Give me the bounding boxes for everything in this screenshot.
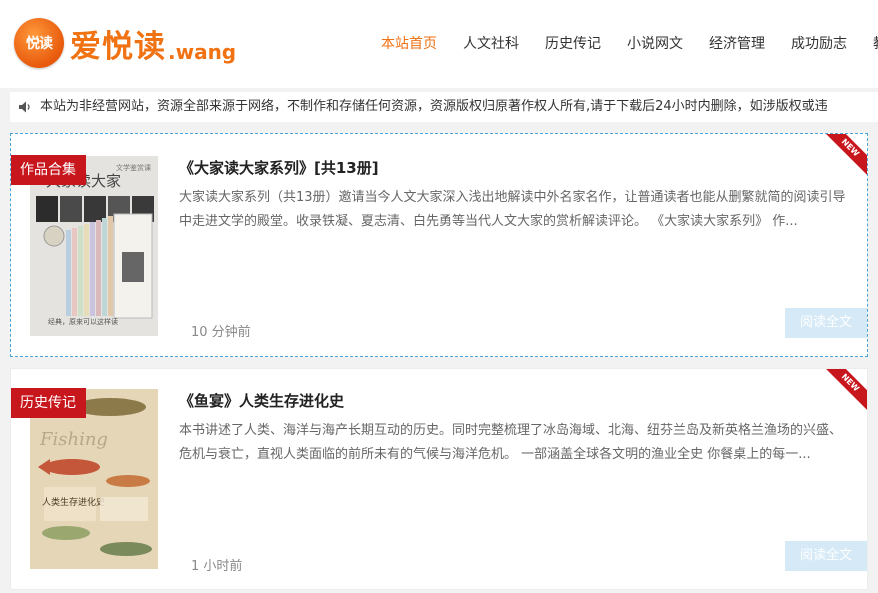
- nav-item-economics[interactable]: 经济管理: [696, 0, 778, 88]
- post-title[interactable]: 《大家读大家系列》[共13册]: [179, 157, 379, 178]
- post-description: 大家读大家系列（共13册）邀请当今人文大家深入浅出地解读中外名家名作，让普通读者…: [179, 190, 846, 229]
- post-card: 文学鉴赏课 大家读大家 经典，原来可以这样读 作品合集 NEW 《大家读大家系列…: [10, 133, 868, 357]
- site-logo[interactable]: 悦读 爱悦读 .wang: [14, 18, 236, 68]
- cover-script-text: Fishing: [39, 429, 108, 450]
- category-tag[interactable]: 作品合集: [11, 155, 86, 185]
- read-more-button[interactable]: 阅读全文: [785, 541, 867, 571]
- logo-badge-icon: 悦读: [14, 18, 64, 68]
- read-more-button[interactable]: 阅读全文: [785, 308, 867, 338]
- post-time: 1 小时前: [191, 559, 243, 574]
- nav-item-history[interactable]: 历史传记: [532, 0, 614, 88]
- cover-subtitle: 人类生存进化史: [42, 496, 105, 508]
- new-badge: NEW: [814, 134, 867, 184]
- post-description: 本书讲述了人类、海洋与海产长期互动的历史。同时完整梳理了冰岛海域、北海、纽芬兰岛…: [179, 423, 843, 462]
- post-title[interactable]: 《鱼宴》人类生存进化史: [179, 390, 344, 411]
- post-card: Fishing 人类生存进化史 历史传记 NEW 《鱼宴》人类生存进化史 本书讲…: [10, 368, 868, 590]
- site-header: 悦读 爱悦读 .wang 本站首页 人文社科 历史传记 小说网文 经济管理 成功…: [0, 0, 878, 88]
- new-badge: NEW: [814, 369, 867, 419]
- logo-domain: .wang: [168, 40, 237, 64]
- nav-item-education[interactable]: 教: [860, 0, 878, 88]
- nav-item-home[interactable]: 本站首页: [368, 0, 450, 88]
- cover-sub-text: 经典，原来可以这样读: [48, 317, 118, 326]
- cover-top-text: 文学鉴赏课: [116, 163, 151, 172]
- speaker-icon: [19, 101, 30, 113]
- notice-text: 本站为非经营网站，资源全部来源于网络，不制作和存储任何资源，资源版权归原著作权人…: [40, 99, 828, 114]
- category-tag[interactable]: 历史传记: [11, 388, 86, 418]
- post-time: 10 分钟前: [191, 325, 251, 340]
- notice-bar: 本站为非经营网站，资源全部来源于网络，不制作和存储任何资源，资源版权归原著作权人…: [10, 92, 878, 122]
- nav-item-fiction[interactable]: 小说网文: [614, 0, 696, 88]
- logo-name: 爱悦读: [70, 28, 166, 65]
- nav-item-humanities[interactable]: 人文社科: [450, 0, 532, 88]
- nav-item-success[interactable]: 成功励志: [778, 0, 860, 88]
- main-nav: 本站首页 人文社科 历史传记 小说网文 经济管理 成功励志 教: [368, 0, 878, 88]
